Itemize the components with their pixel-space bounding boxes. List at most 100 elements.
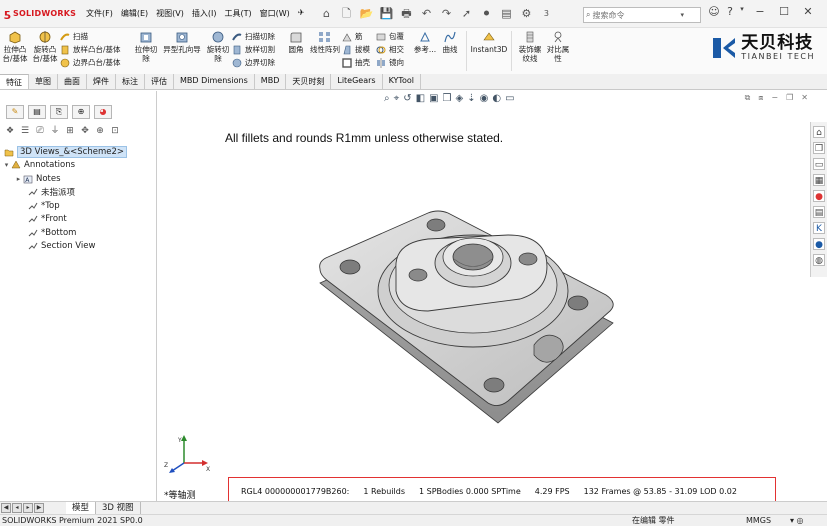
resources-icon[interactable]: ⌂ [813,126,825,138]
dynamic-annotation-icon[interactable]: ▣ [429,93,438,104]
menu-tools[interactable]: 工具(T) [224,8,251,19]
lofted-cut-button[interactable]: 放样切割 [232,43,284,56]
capture-view-icon[interactable]: ⎚ [34,125,46,137]
new-document-icon[interactable]: 🗋 [339,7,353,21]
tab-evaluate[interactable]: 评估 [145,74,174,89]
help-dropdown-icon[interactable]: ▾ [738,5,746,18]
wrap-button[interactable]: 包覆 [376,30,412,43]
undo-icon[interactable]: ↶ [419,7,433,21]
user-icon[interactable]: ☺ [706,5,722,18]
tab-weldments[interactable]: 焊件 [87,74,116,89]
tree-view-icon[interactable]: ☰ [19,125,31,137]
tab-kytool[interactable]: KYTool [383,74,421,89]
swept-cut-button[interactable]: 扫描切除 [232,30,284,43]
pin-icon[interactable]: ✈ [298,8,305,19]
unit-system[interactable]: MMGS [746,516,771,525]
grid-icon[interactable]: ⊡ [109,125,121,137]
tab-features[interactable]: 特征 [0,74,29,89]
close-icon[interactable]: ✕ [800,5,816,18]
reference-geometry-button[interactable]: 参考... [412,28,438,74]
tree-notes[interactable]: ▸ A Notes [0,172,156,186]
tab-litegears[interactable]: LiteGears [331,74,383,89]
expand-icon[interactable]: ▸ [14,175,23,183]
maximize-icon[interactable]: ☐ [776,5,792,18]
view-palette-icon[interactable]: ▦ [813,174,825,186]
menu-file[interactable]: 文件(F) [86,8,113,19]
tile-view-icon[interactable]: ⧈ [758,93,763,103]
mirror-button[interactable]: 镜向 [376,56,412,69]
tree-item[interactable]: Section View [0,240,156,254]
tab-sketch[interactable]: 草图 [29,74,58,89]
print-icon[interactable]: 🖶 [399,7,413,21]
section-view-icon[interactable]: ◧ [416,93,425,104]
save-icon[interactable]: 💾 [379,7,394,21]
curves-button[interactable]: 曲线 [438,28,462,74]
move-icon[interactable]: ✥ [79,125,91,137]
view-orientation-icon[interactable]: ❒ [443,93,452,104]
tianbei-plugin-icon[interactable]: K [813,222,825,234]
viewport-maximize-icon[interactable]: ❐ [786,93,793,103]
configuration-tab-icon[interactable]: ⎘ [50,105,68,119]
tree-item[interactable]: *Front [0,213,156,227]
display-manager-tab-icon[interactable]: ◕ [94,105,112,119]
target-icon[interactable]: ⊕ [94,125,106,137]
fillet-button[interactable]: 圆角 [284,28,308,74]
redo-icon[interactable]: ↷ [439,7,453,21]
tab-mbd-dimensions[interactable]: MBD Dimensions [174,74,255,89]
search-input[interactable] [592,10,667,20]
dimxpert-tab-icon[interactable]: ⊕ [72,105,90,119]
home-icon[interactable]: ⌂ [319,7,333,21]
part-model[interactable] [308,199,628,424]
viewport-close-icon[interactable]: ✕ [801,93,808,103]
menu-view[interactable]: 视图(V) [156,8,184,19]
boundary-boss-button[interactable]: 边界凸台/基体 [60,56,132,69]
intersect-button[interactable]: 相交 [376,43,412,56]
options-gear-icon[interactable]: ⚙ [519,7,533,21]
tree-item[interactable]: *Bottom [0,226,156,240]
previous-view-icon[interactable]: ↺ [403,93,411,104]
sweep-button[interactable]: 扫描 [60,30,132,43]
open-icon[interactable]: 📂 [359,7,374,21]
tree-root[interactable]: 3D Views_&<Scheme2> [0,145,156,159]
menu-window[interactable]: 窗口(W) [260,8,290,19]
help-status-icon[interactable]: ▾ ◎ [790,516,804,525]
design-library-icon[interactable]: ❒ [813,142,825,154]
shell-button[interactable]: 抽壳 [342,56,376,69]
display-style-icon[interactable]: ◈ [456,93,464,104]
zoom-to-fit-icon[interactable]: ⌕ [384,93,390,104]
revolve-boss-button[interactable]: 旋转凸 台/基体 [30,28,60,74]
last-tab-icon[interactable]: ▶ [34,503,44,513]
apply-scene-icon[interactable]: ◐ [492,93,501,104]
solidworks-forum-icon[interactable]: ● [813,238,825,250]
menu-insert[interactable]: 插入(I) [192,8,217,19]
app-logo[interactable]: ƽ SOLIDWORKS [4,7,76,20]
graphics-area[interactable]: ⌕ ⌖ ↺ ◧ ▣ ❒ ◈ ⇣ ◉ ◐ ▭ ⧉ ⧈ − ❐ ✕ All fill… [158,91,810,505]
first-tab-icon[interactable]: ◀ [1,503,11,513]
tab-tianbei[interactable]: 天贝时刻 [286,74,332,89]
minimize-icon[interactable]: − [752,5,768,18]
search-dropdown-icon[interactable]: ▾ [680,11,684,19]
appearances-icon[interactable]: ● [813,190,825,202]
property-manager-tab-icon[interactable]: ▤ [28,105,46,119]
custom-properties-icon[interactable]: ▤ [813,206,825,218]
restore-view-icon[interactable]: ⧉ [745,93,751,103]
edit-appearance-icon[interactable]: ◉ [480,93,489,104]
hole-wizard-button[interactable]: 异型孔向导 [160,28,204,74]
draft-button[interactable]: 拔模 [342,43,376,56]
tab-markup[interactable]: 标注 [116,74,145,89]
next-tab-icon[interactable]: ▸ [23,503,33,513]
hide-show-icon[interactable]: ⇣ [467,93,475,104]
tree-annotations[interactable]: ▾ Annotations [0,159,156,173]
tab-mbd[interactable]: MBD [255,74,287,89]
select-icon[interactable]: ➚ [459,7,473,21]
boundary-cut-button[interactable]: 边界切除 [232,56,284,69]
loft-button[interactable]: 放样凸台/基体 [60,43,132,56]
tab-model[interactable]: 模型 [66,501,97,515]
instant3d-button[interactable]: Instant3D [471,28,507,74]
view-3d-icon[interactable]: ❖ [4,125,16,137]
collapse-icon[interactable]: ▾ [2,161,11,169]
rib-button[interactable]: 筋 [342,30,376,43]
search-box[interactable]: ⌕ ▾ [583,7,701,23]
traffic-light-icon[interactable]: ⚫ [479,7,493,21]
file-explorer-icon[interactable]: ▭ [813,158,825,170]
